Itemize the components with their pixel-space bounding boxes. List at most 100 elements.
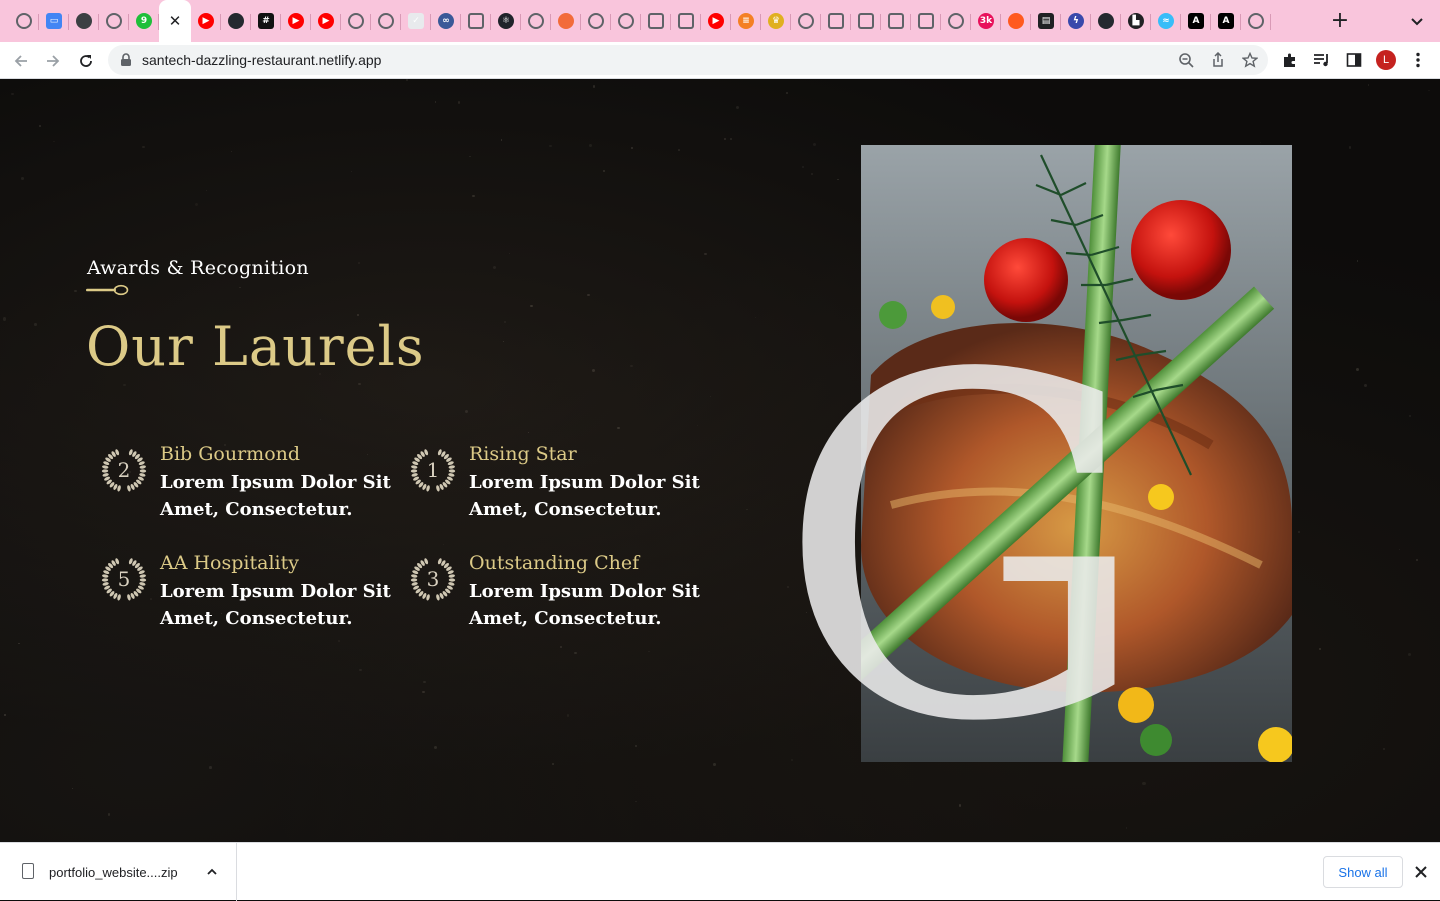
award-item: 3 Outstanding Chef Lorem Ipsum Dolor Sit A… (410, 552, 710, 642)
browser-tab[interactable] (821, 0, 851, 42)
browser-tab[interactable]: A (1181, 0, 1211, 42)
new-tab-button[interactable]: + (1328, 10, 1352, 34)
browser-tab[interactable] (911, 0, 941, 42)
share-icon[interactable] (1209, 51, 1227, 69)
browser-tab[interactable] (521, 0, 551, 42)
browser-tab[interactable] (611, 0, 641, 42)
chrome-icon (1248, 13, 1264, 29)
zoom-icon[interactable] (1177, 51, 1195, 69)
browser-tab[interactable] (69, 0, 99, 42)
browser-tab[interactable] (1241, 0, 1271, 42)
browser-tab[interactable] (851, 0, 881, 42)
youtube-icon: ▶ (288, 13, 304, 29)
browser-tab[interactable] (9, 0, 39, 42)
laurel-leaf (139, 578, 147, 582)
award-description: Lorem Ipsum Dolor Sit Amet, Consectetur. (469, 472, 700, 520)
browser-tab[interactable]: A (1211, 0, 1241, 42)
laurel-wreath-icon: 3 (410, 558, 456, 601)
forward-button[interactable] (40, 48, 66, 74)
show-all-button[interactable]: Show all (1323, 856, 1403, 888)
media-control-icon[interactable] (1312, 50, 1332, 70)
browser-tab[interactable]: ▶ (701, 0, 731, 42)
octopus-icon (558, 13, 574, 29)
award-number: 3 (427, 567, 440, 591)
globe-icon (618, 13, 634, 29)
award-title: Outstanding Chef (469, 552, 640, 574)
laurel-leaf (102, 465, 109, 469)
tab-search-icon[interactable] (1406, 12, 1428, 32)
browser-tab[interactable]: ▭ (39, 0, 69, 42)
browser-tab[interactable] (671, 0, 701, 42)
browser-tab[interactable] (461, 0, 491, 42)
side-panel-icon[interactable] (1344, 50, 1364, 70)
browser-tab[interactable] (371, 0, 401, 42)
browser-tab[interactable] (1091, 0, 1121, 42)
close-tab-icon[interactable]: ✕ (169, 12, 182, 30)
profile-avatar[interactable]: L (1376, 50, 1396, 70)
award-title: Rising Star (469, 443, 577, 465)
browser-tab[interactable] (221, 0, 251, 42)
download-item[interactable]: portfolio_website....zip (0, 843, 237, 901)
browser-tab[interactable]: ϟ (1061, 0, 1091, 42)
browser-tab[interactable] (791, 0, 821, 42)
laurel-leaf (102, 582, 109, 586)
browser-tab[interactable]: ✕ (159, 0, 191, 42)
laurel-leaf (139, 473, 146, 477)
browser-tab[interactable]: ▙ (1121, 0, 1151, 42)
laurel-leaf (117, 594, 121, 601)
close-icon[interactable] (1412, 863, 1430, 881)
browser-tab[interactable]: ♛ (761, 0, 791, 42)
browser-tab[interactable]: 9 (129, 0, 159, 42)
browser-tab[interactable] (881, 0, 911, 42)
bolt-icon: ϟ (1068, 13, 1084, 29)
arrow-right-icon (47, 55, 60, 67)
laurel-leaf (102, 574, 109, 578)
square-icon (678, 13, 694, 29)
browser-tab[interactable]: # (251, 0, 281, 42)
square-icon (858, 13, 874, 29)
browser-tab[interactable]: ∞ (431, 0, 461, 42)
browser-tab[interactable] (1001, 0, 1031, 42)
square-icon (888, 13, 904, 29)
browser-toolbar: santech-dazzling-restaurant.netlify.app … (0, 42, 1440, 79)
extensions-icon[interactable] (1280, 50, 1300, 70)
menu-kebab-icon[interactable] (1408, 50, 1428, 70)
award-title: AA Hospitality (160, 552, 299, 574)
browser-tab[interactable] (941, 0, 971, 42)
browser-tab[interactable]: ≈ (1151, 0, 1181, 42)
download-file-name: portfolio_website....zip (49, 865, 178, 880)
section-title: Our Laurels (86, 315, 425, 378)
globe-icon (798, 13, 814, 29)
address-bar[interactable]: santech-dazzling-restaurant.netlify.app (108, 45, 1268, 75)
laurel-leaf (448, 574, 455, 578)
laurel-leaf (411, 473, 418, 477)
browser-tab[interactable]: ▤ (1031, 0, 1061, 42)
browser-tab[interactable]: ▶ (311, 0, 341, 42)
laurel-leaf (139, 582, 146, 586)
reload-button[interactable] (73, 48, 99, 74)
laurel-leaf (448, 578, 456, 582)
browser-tab[interactable] (551, 0, 581, 42)
youtube-icon: ▶ (708, 13, 724, 29)
browser-tab[interactable]: ⚛ (491, 0, 521, 42)
laurel-leaf (101, 578, 109, 582)
reload-icon (80, 55, 92, 67)
square-icon (828, 13, 844, 29)
back-button[interactable] (8, 48, 34, 74)
laurel-leaf (139, 465, 146, 469)
browser-tab[interactable]: 3k (971, 0, 1001, 42)
browser-tab[interactable] (341, 0, 371, 42)
browser-tab[interactable]: ✓ (401, 0, 431, 42)
github-icon (228, 13, 244, 29)
url-text[interactable]: santech-dazzling-restaurant.netlify.app (142, 52, 381, 68)
browser-tab[interactable]: ≡ (731, 0, 761, 42)
browser-tab[interactable] (581, 0, 611, 42)
browser-tab[interactable]: ▶ (191, 0, 221, 42)
bookmark-star-icon[interactable] (1241, 51, 1259, 69)
chevron-up-icon[interactable] (205, 865, 219, 879)
browser-tab[interactable]: ▶ (281, 0, 311, 42)
award-description: Lorem Ipsum Dolor Sit Amet, Consectetur. (160, 472, 391, 520)
laurel-leaf (410, 469, 418, 473)
browser-tab[interactable] (641, 0, 671, 42)
browser-tab[interactable] (99, 0, 129, 42)
